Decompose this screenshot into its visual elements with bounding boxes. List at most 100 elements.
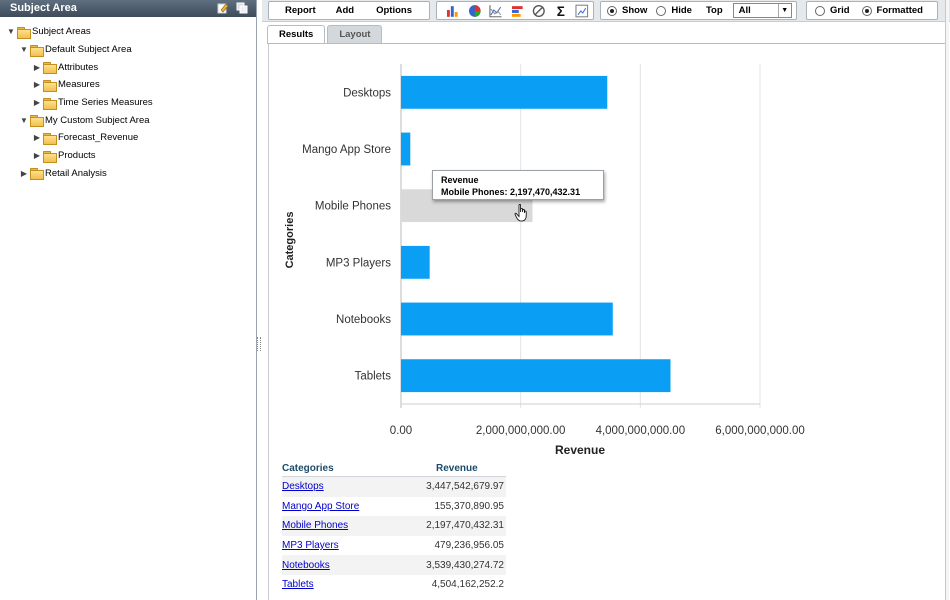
folder-icon <box>43 150 57 163</box>
x-tick-label: 2,000,000,000.00 <box>476 425 566 437</box>
edit-icon[interactable] <box>217 2 229 14</box>
chart-type-group: Σ <box>436 1 594 20</box>
copy-icon[interactable] <box>236 2 248 14</box>
tree-item[interactable]: ▶ Products <box>6 147 256 165</box>
tab-results[interactable]: Results <box>267 25 326 43</box>
tree-item[interactable]: ▶ Retail Analysis <box>6 165 256 183</box>
add-button[interactable]: Add <box>324 5 362 16</box>
report-button[interactable]: Report <box>269 5 324 16</box>
table-row: MP3 Players 479,236,956.05 <box>282 536 506 556</box>
category-label: Mango App Store <box>302 144 391 156</box>
sigma-icon[interactable]: Σ <box>554 4 568 18</box>
folder-icon <box>30 168 44 181</box>
subject-area-panel: Subject Area ▼ Subject Areas ▼ Default Subj… <box>0 0 257 600</box>
view-tabs: Results Layout <box>267 25 384 43</box>
caret-right-icon[interactable]: ▶ <box>32 80 42 89</box>
hide-label: Hide <box>671 5 692 16</box>
show-label: Show <box>622 5 648 16</box>
header-categories[interactable]: Categories <box>282 463 410 474</box>
folder-icon <box>43 62 57 75</box>
bar-mango-app-store[interactable] <box>401 132 411 166</box>
x-tick-labels: 0.00 2,000,000,000.00 4,000,000,000.00 6,00… <box>390 425 805 437</box>
top-label: Top <box>705 5 723 16</box>
options-button[interactable]: Options <box>362 5 420 16</box>
folder-icon <box>30 44 44 57</box>
chevron-down-icon[interactable]: ▼ <box>777 4 791 17</box>
table-body: Desktops 3,447,542,679.97 Mango App Store 1… <box>282 477 506 595</box>
caret-right-icon[interactable]: ▶ <box>32 63 42 72</box>
table-row: Mobile Phones 2,197,470,432.31 <box>282 516 506 536</box>
content-border <box>268 44 269 600</box>
revenue-value: 4,504,162,252.2 <box>431 579 504 591</box>
category-link[interactable]: MP3 Players <box>282 540 339 551</box>
table-row: Desktops 3,447,542,679.97 <box>282 477 506 497</box>
subject-area-tree: ▼ Subject Areas ▼ Default Subject Area ▶ Attr… <box>0 17 256 182</box>
tree-item-label: Default Subject Area <box>45 44 132 56</box>
category-label: Tablets <box>355 371 392 383</box>
category-label: Desktops <box>343 87 391 99</box>
folder-icon <box>30 115 44 128</box>
bar-notebooks[interactable] <box>401 302 613 336</box>
results-table: Categories Revenue Desktops 3,447,542,679… <box>282 461 506 595</box>
caret-right-icon[interactable]: ▶ <box>32 151 42 160</box>
right-scroll-edge <box>945 0 949 600</box>
tree-item[interactable]: ▶ Forecast_Revenue <box>6 129 256 147</box>
revenue-value: 3,539,430,274.72 <box>426 559 504 571</box>
grid-format-group: Grid Formatted <box>806 1 938 20</box>
tree-item[interactable]: ▶ Attributes <box>6 58 256 76</box>
caret-down-icon[interactable]: ▼ <box>6 27 16 36</box>
category-label: MP3 Players <box>326 257 391 269</box>
folder-icon <box>43 97 57 110</box>
tree-item[interactable]: ▶ Time Series Measures <box>6 94 256 112</box>
top-select[interactable]: All ▼ <box>732 3 792 18</box>
tree-item-label: Products <box>58 150 96 162</box>
category-label: Notebooks <box>336 314 391 326</box>
category-link[interactable]: Desktops <box>282 481 324 492</box>
revenue-bar-chart: Desktops Mango App Store Mobile Phones MP3 … <box>284 64 805 457</box>
caret-right-icon[interactable]: ▶ <box>32 133 42 142</box>
revenue-value: 2,197,470,432.31 <box>426 520 504 532</box>
toolbar: Report Add Options Σ Show Hide Top All ▼… <box>262 0 950 22</box>
category-link[interactable]: Notebooks <box>282 560 330 571</box>
caret-down-icon[interactable]: ▼ <box>19 45 29 54</box>
caret-right-icon[interactable]: ▶ <box>19 169 29 178</box>
no-chart-icon[interactable] <box>532 4 546 18</box>
revenue-value: 3,447,542,679.97 <box>426 481 504 493</box>
tree-item[interactable]: ▼ Default Subject Area <box>6 41 256 59</box>
subject-area-header: Subject Area <box>0 0 256 17</box>
tooltip-title: Revenue <box>441 175 479 185</box>
category-link[interactable]: Mobile Phones <box>282 520 348 531</box>
panel-splitter[interactable] <box>257 337 261 351</box>
chart-bars <box>401 75 671 393</box>
x-tick-label: 4,000,000,000.00 <box>596 425 686 437</box>
grid-radio[interactable] <box>815 5 825 16</box>
horizontal-bar-icon[interactable] <box>511 4 525 18</box>
revenue-value: 479,236,956.05 <box>434 540 504 552</box>
caret-down-icon[interactable]: ▼ <box>19 116 29 125</box>
folder-icon <box>43 79 57 92</box>
tree-item[interactable]: ▼ My Custom Subject Area <box>6 111 256 129</box>
table-row: Tablets 4,504,162,252.2 <box>282 575 506 595</box>
tree-item-label: Forecast_Revenue <box>58 132 139 144</box>
pie-chart-icon[interactable] <box>468 4 482 18</box>
edit-chart-icon[interactable] <box>575 4 589 18</box>
category-link[interactable]: Mango App Store <box>282 501 359 512</box>
bar-chart-icon[interactable] <box>446 4 460 18</box>
tab-layout[interactable]: Layout <box>327 25 383 43</box>
caret-right-icon[interactable]: ▶ <box>32 98 42 107</box>
hide-radio[interactable] <box>656 5 667 16</box>
show-radio[interactable] <box>607 5 617 16</box>
category-link[interactable]: Tablets <box>282 579 314 590</box>
table-header: Categories Revenue <box>282 461 506 477</box>
tree-item[interactable]: ▶ Measures <box>6 76 256 94</box>
bar-tablets[interactable] <box>401 359 671 393</box>
line-chart-icon[interactable] <box>489 4 503 18</box>
table-row: Mango App Store 155,370,890.95 <box>282 497 506 517</box>
bar-mp3-players[interactable] <box>401 245 430 279</box>
header-revenue[interactable]: Revenue <box>410 463 506 474</box>
tree-item[interactable]: ▼ Subject Areas <box>6 23 256 41</box>
bar-desktops[interactable] <box>401 75 608 109</box>
menu-group: Report Add Options <box>268 1 430 20</box>
formatted-label: Formatted <box>876 5 923 16</box>
formatted-radio[interactable] <box>861 5 872 16</box>
